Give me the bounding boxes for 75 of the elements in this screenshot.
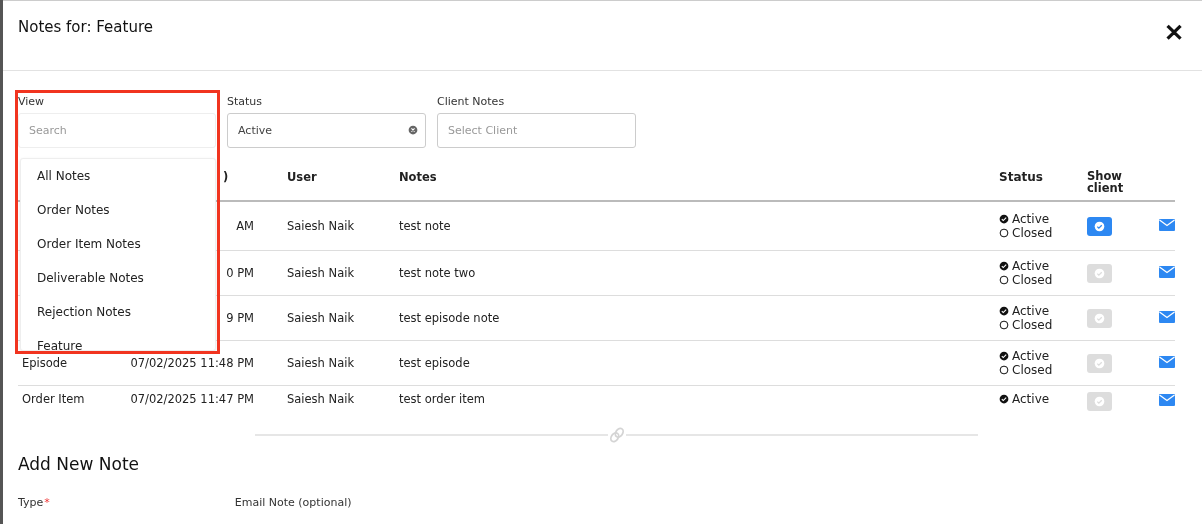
show-client-toggle[interactable]: [1087, 392, 1112, 411]
required-mark: *: [44, 496, 50, 509]
table-cell: 07/02/2025 11:47 PM: [130, 392, 254, 406]
table-cell: test note: [399, 219, 451, 233]
status-radio[interactable]: Active: [999, 259, 1087, 273]
column-header: User: [286, 170, 318, 184]
envelope-icon[interactable]: [1159, 263, 1175, 280]
table-cell: AM: [236, 219, 254, 233]
table-cell: test episode: [399, 356, 470, 370]
status-radio[interactable]: Active: [999, 212, 1087, 226]
field-label: Status: [227, 95, 264, 108]
radio-label: Closed: [1012, 226, 1053, 240]
field-label: Client Notes: [437, 95, 506, 108]
menu-item[interactable]: Rejection Notes: [21, 303, 215, 337]
modal-title: Notes for: Feature: [18, 18, 153, 36]
column-header: Status: [999, 170, 1044, 184]
table-cell: Saiesh Naik: [287, 392, 355, 406]
menu-item[interactable]: Order Notes: [21, 201, 215, 235]
status-radio[interactable]: Closed: [999, 273, 1087, 287]
radio-label: Closed: [1012, 273, 1053, 287]
close-button[interactable]: ✕: [1164, 21, 1184, 45]
table-cell: test note two: [399, 266, 476, 280]
radio-label: Active: [1012, 259, 1050, 273]
radio-label: Active: [1012, 304, 1050, 318]
envelope-icon[interactable]: [1159, 353, 1175, 370]
table-cell: Saiesh Naik: [287, 219, 355, 233]
status-radio[interactable]: Active: [999, 304, 1087, 318]
status-radio[interactable]: Active: [999, 392, 1087, 406]
envelope-icon[interactable]: [1159, 308, 1175, 325]
show-client-toggle[interactable]: [1087, 353, 1112, 373]
menu-item[interactable]: Deliverable Notes: [21, 269, 215, 303]
check-circle-icon: [1094, 357, 1105, 369]
select-field[interactable]: Select Client: [437, 113, 636, 148]
menu-item[interactable]: Feature: [21, 337, 215, 350]
show-client-toggle[interactable]: [1087, 216, 1112, 236]
field-label: Email Note (optional): [234, 496, 352, 509]
status-radio[interactable]: Closed: [999, 226, 1087, 240]
check-circle-icon: [1094, 267, 1105, 279]
table-cell: Saiesh Naik: [287, 356, 355, 370]
radio-label: Active: [1012, 349, 1050, 363]
table-cell: 0 PM: [226, 266, 254, 280]
show-client-toggle[interactable]: [1087, 263, 1112, 283]
select-field[interactable]: Active: [227, 113, 426, 148]
column-header: ): [222, 170, 230, 184]
table-cell: Saiesh Naik: [287, 311, 355, 325]
status-radio[interactable]: Closed: [999, 318, 1087, 332]
field-label: Type: [18, 496, 44, 509]
check-circle-icon: [1094, 220, 1105, 232]
table-cell: Episode: [22, 356, 68, 370]
menu-item[interactable]: Order Item Notes: [21, 235, 215, 269]
envelope-icon[interactable]: [1159, 216, 1175, 233]
table-cell: Saiesh Naik: [287, 266, 355, 280]
radio-label: Closed: [1012, 363, 1053, 377]
table-cell: 07/02/2025 11:48 PM: [130, 356, 254, 370]
menu-item[interactable]: All Notes: [21, 167, 215, 201]
table-cell: Order Item: [22, 392, 85, 406]
status-radio[interactable]: Active: [999, 349, 1087, 363]
table-cell: test episode note: [399, 311, 500, 325]
table-cell: test order item: [399, 392, 486, 406]
field-label: View: [18, 95, 46, 108]
check-circle-icon: [1094, 396, 1105, 407]
section-title: Add New Note: [18, 454, 141, 474]
resize-handle-icon[interactable]: [607, 426, 626, 444]
check-circle-icon: [1094, 312, 1105, 324]
table-cell: 9 PM: [226, 311, 254, 325]
envelope-icon[interactable]: [1159, 392, 1175, 408]
status-radio[interactable]: Closed: [999, 363, 1087, 377]
radio-label: Closed: [1012, 318, 1053, 332]
radio-label: Active: [1012, 392, 1050, 406]
column-header: Notes: [399, 170, 438, 184]
clear-icon[interactable]: [408, 125, 418, 135]
search-field[interactable]: Search: [18, 113, 216, 148]
column-header: Show client: [1087, 170, 1125, 194]
show-client-toggle[interactable]: [1087, 308, 1112, 328]
radio-label: Active: [1012, 212, 1050, 226]
